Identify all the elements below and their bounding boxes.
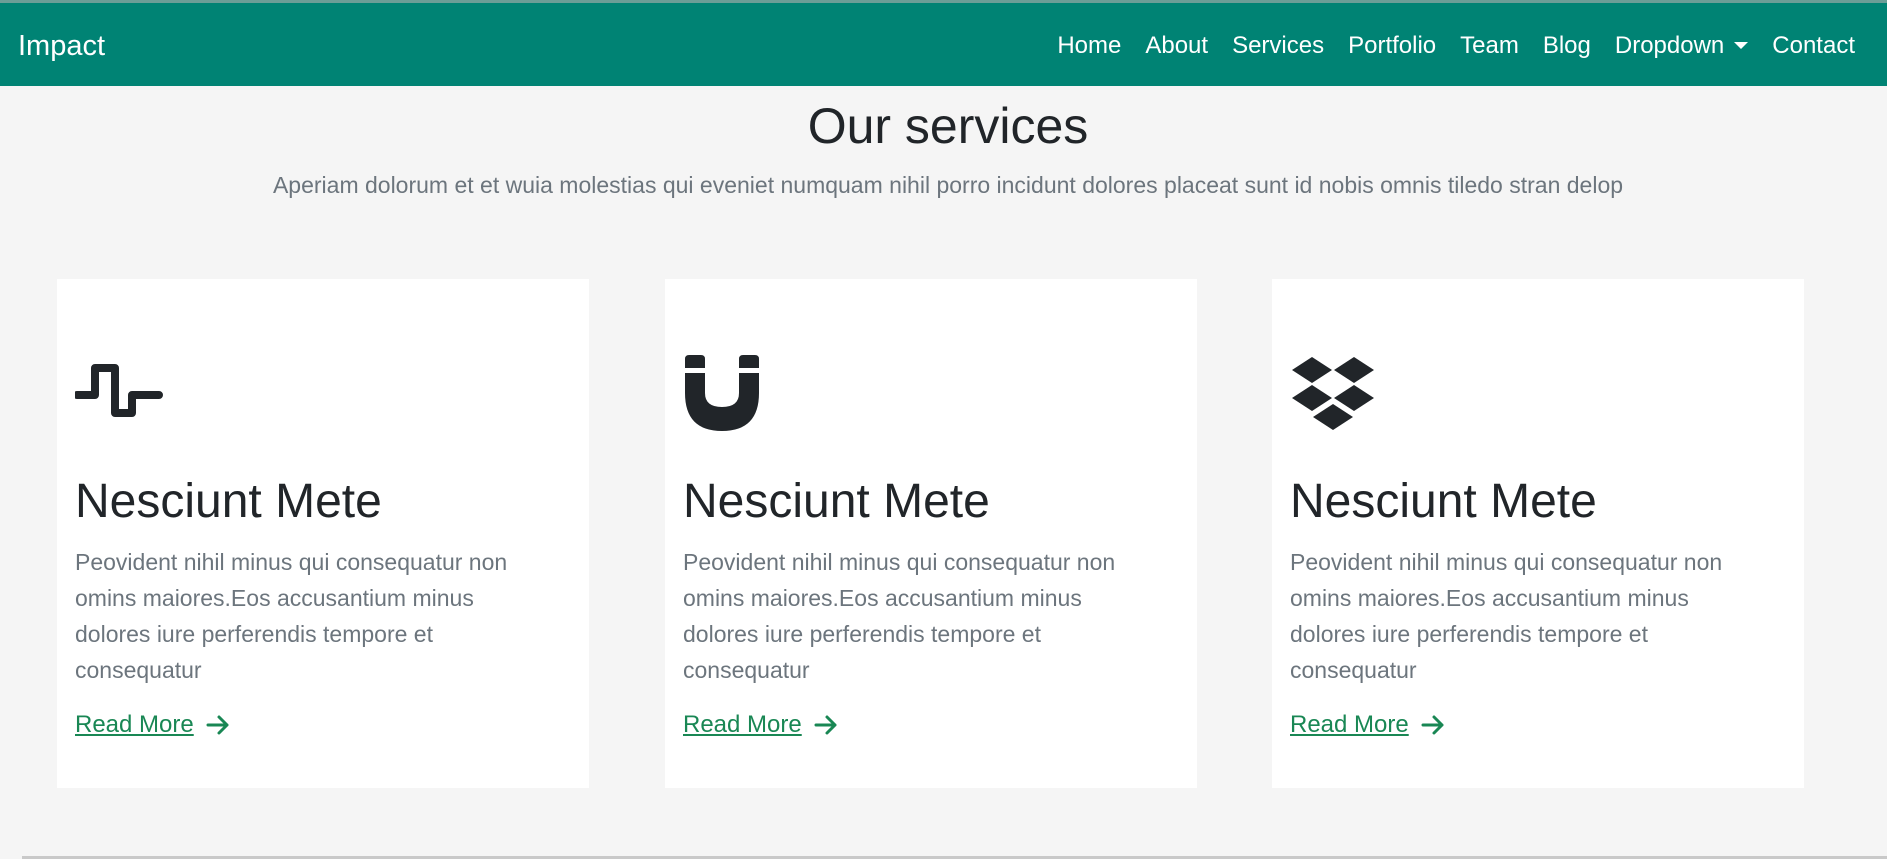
read-more-link[interactable]: Read More bbox=[683, 710, 838, 740]
nav-portfolio[interactable]: Portfolio bbox=[1336, 30, 1448, 62]
arrow-right-icon bbox=[814, 715, 837, 735]
nav-dropdown-label: Dropdown bbox=[1614, 32, 1725, 59]
card-title: Nesciunt Mete bbox=[1290, 475, 1597, 528]
service-card: Nesciunt Mete Peovident nihil minus qui … bbox=[57, 279, 589, 788]
read-more-link[interactable]: Read More bbox=[1290, 710, 1445, 740]
section-subtitle: Aperiam dolorum et et wuia molestias qui… bbox=[272, 172, 1624, 198]
nav-services[interactable]: Services bbox=[1220, 30, 1336, 62]
card-title: Nesciunt Mete bbox=[683, 475, 990, 528]
nav-dropdown[interactable]: Dropdown bbox=[1603, 30, 1760, 62]
arrow-right-icon bbox=[206, 715, 229, 735]
caret-down-icon bbox=[1734, 41, 1749, 49]
card-text: Peovident nihil minus qui consequatur no… bbox=[75, 549, 508, 683]
card-text: Peovident nihil minus qui consequatur no… bbox=[683, 549, 1116, 683]
top-navbar: Impact Home About Services Portfolio Tea… bbox=[0, 0, 1887, 86]
nav-team[interactable]: Team bbox=[1448, 30, 1531, 62]
read-more-label: Read More bbox=[683, 711, 802, 738]
magnet-icon bbox=[683, 355, 771, 431]
read-more-label: Read More bbox=[1290, 711, 1409, 738]
nav-blog[interactable]: Blog bbox=[1531, 30, 1603, 62]
card-title: Nesciunt Mete bbox=[75, 475, 382, 528]
brand-logo[interactable]: Impact bbox=[18, 30, 105, 62]
nav-home[interactable]: Home bbox=[1045, 30, 1133, 62]
arrow-right-icon bbox=[1421, 715, 1444, 735]
nav-about[interactable]: About bbox=[1133, 30, 1220, 62]
service-card: Nesciunt Mete Peovident nihil minus qui … bbox=[1272, 279, 1804, 788]
main-nav: Home About Services Portfolio Team Blog … bbox=[1045, 30, 1867, 62]
activity-icon bbox=[73, 355, 163, 431]
nav-contact[interactable]: Contact bbox=[1760, 30, 1867, 62]
service-card: Nesciunt Mete Peovident nihil minus qui … bbox=[665, 279, 1197, 788]
read-more-link[interactable]: Read More bbox=[75, 710, 230, 740]
section-title: Our services bbox=[807, 98, 1089, 154]
dropbox-icon bbox=[1290, 355, 1378, 431]
card-text: Peovident nihil minus qui consequatur no… bbox=[1290, 549, 1723, 683]
read-more-label: Read More bbox=[75, 711, 194, 738]
